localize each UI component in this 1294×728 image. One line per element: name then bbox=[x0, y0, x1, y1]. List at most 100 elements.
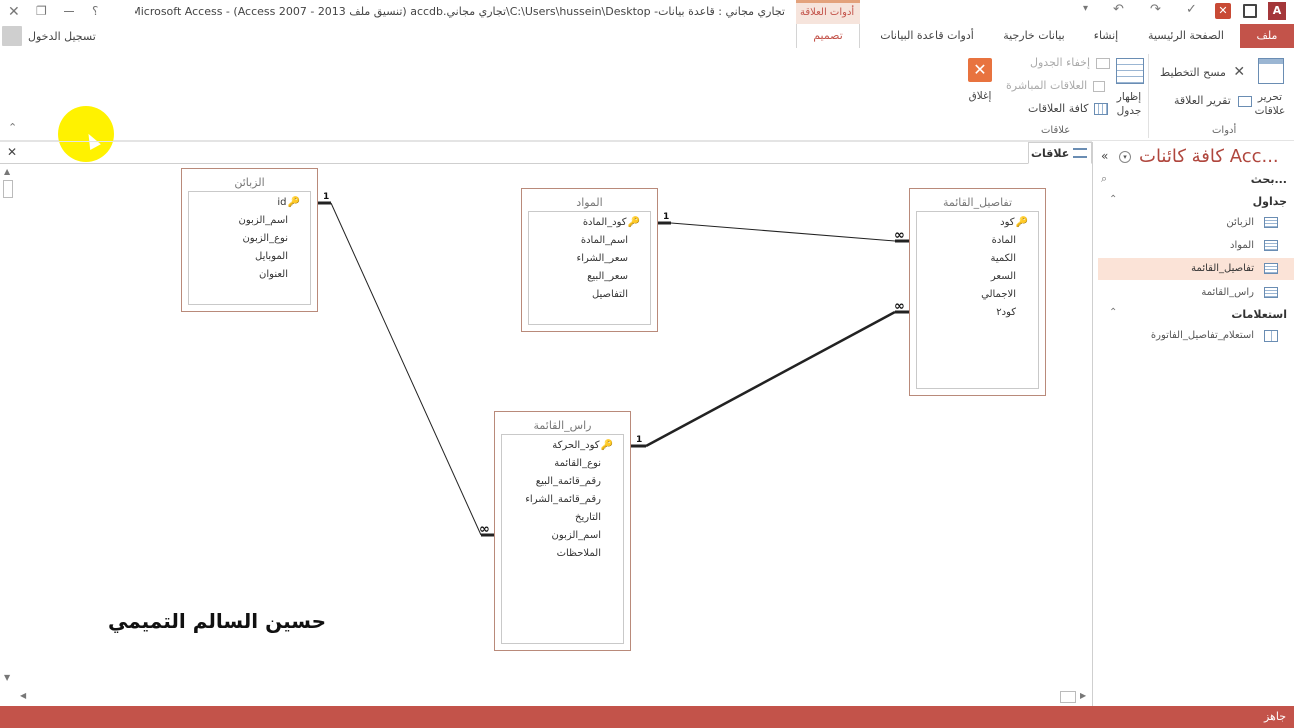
field-row[interactable]: الموبايل bbox=[255, 248, 288, 266]
cancel-red-icon[interactable]: ✕ bbox=[1215, 3, 1231, 19]
nav-search-input[interactable]: بحث... bbox=[1251, 173, 1287, 186]
nav-item-customers[interactable]: الزبائن bbox=[1098, 212, 1294, 234]
field-row[interactable]: كود_الحركة🔑 bbox=[552, 437, 613, 455]
field-row[interactable]: اسم_الزبون bbox=[552, 527, 601, 545]
hide-table-button[interactable]: إخفاء الجدول bbox=[1030, 56, 1110, 69]
field-row[interactable]: التاريخ bbox=[575, 509, 601, 527]
vertical-scrollbar[interactable]: ▲ ▼ bbox=[0, 164, 16, 688]
tab-create[interactable]: إنشاء bbox=[1084, 24, 1128, 48]
customize-qat-icon[interactable]: ▾ bbox=[1083, 4, 1088, 14]
nav-group-queries[interactable]: ⌃ استعلامات bbox=[1099, 305, 1289, 325]
relationships-group-label: علاقات bbox=[1041, 125, 1071, 136]
restore-icon[interactable]: ❐ bbox=[36, 5, 47, 17]
scroll-down-icon[interactable]: ▼ bbox=[4, 674, 10, 682]
tab-create-label: إنشاء bbox=[1093, 29, 1119, 42]
scroll-thumb[interactable] bbox=[3, 180, 13, 198]
nav-item-invoice-details[interactable]: تفاصيل_القائمة bbox=[1098, 258, 1294, 280]
relationship-report-button[interactable]: تقرير العلاقة bbox=[1174, 94, 1253, 107]
field-row[interactable]: السعر bbox=[991, 268, 1016, 286]
show-table-icon bbox=[1116, 58, 1144, 84]
scroll-up-icon[interactable]: ▲ bbox=[4, 168, 10, 176]
scroll-thumb[interactable] bbox=[1060, 691, 1076, 703]
direct-relationships-button[interactable]: العلاقات المباشرة bbox=[1006, 79, 1105, 92]
scroll-left-icon[interactable]: ◀ bbox=[20, 692, 26, 700]
collapse-ribbon-icon[interactable]: ⌃ bbox=[8, 122, 17, 133]
nav-item-label: تفاصيل_القائمة bbox=[1191, 263, 1254, 274]
field-row[interactable]: الكمية bbox=[990, 250, 1016, 268]
table-invoice-details-field-list[interactable]: كود🔑 المادة الكمية السعر الاجمالي كود٢ bbox=[916, 211, 1039, 389]
tab-file[interactable]: ملف bbox=[1240, 24, 1294, 48]
close-icon[interactable]: ✕ bbox=[8, 5, 20, 19]
field-row[interactable]: سعر_الشراء bbox=[577, 250, 628, 268]
relationships-tab[interactable]: علاقات bbox=[1028, 142, 1092, 164]
table-icon bbox=[1264, 263, 1278, 274]
table-invoice-head-field-list[interactable]: كود_الحركة🔑 نوع_القائمة رقم_قائمة_البيع … bbox=[501, 434, 624, 644]
help-icon[interactable]: ؟ bbox=[92, 5, 98, 17]
nav-item-materials[interactable]: المواد bbox=[1098, 235, 1294, 257]
edit-relationships-label: تحرير علاقات bbox=[1254, 91, 1286, 117]
primary-key-icon: 🔑 bbox=[1015, 217, 1028, 228]
close-relationships-button[interactable]: ✕ إغلاق bbox=[962, 56, 998, 120]
field-row[interactable]: اسم_الزبون bbox=[239, 212, 288, 230]
table-customers[interactable]: الزبائن id🔑 اسم_الزبون نوع_الزبون الموبا… bbox=[181, 168, 318, 312]
tab-home[interactable]: الصفحة الرئيسية bbox=[1140, 24, 1232, 48]
field-row[interactable]: نوع_القائمة bbox=[554, 455, 601, 473]
nav-menu-icon[interactable]: ▾ bbox=[1119, 151, 1131, 163]
primary-key-icon: 🔑 bbox=[600, 440, 613, 451]
nav-search-box[interactable]: ⌕ بحث... bbox=[1099, 170, 1289, 190]
relationships-canvas[interactable]: 1 1 1 ∞ ∞ ∞ الزبائن id🔑 اسم_الزبون نوع_ا… bbox=[0, 164, 1092, 688]
field-row[interactable]: نوع_الزبون bbox=[242, 230, 288, 248]
field-row[interactable]: رقم_قائمة_البيع bbox=[536, 473, 601, 491]
clear-layout-button[interactable]: مسح التخطيط ✕ bbox=[1160, 64, 1245, 80]
cardinality-many-head: ∞ bbox=[479, 522, 490, 537]
field-row[interactable]: رقم_قائمة_الشراء bbox=[525, 491, 601, 509]
field-row[interactable]: سعر_البيع bbox=[587, 268, 628, 286]
nav-item-invoice-head[interactable]: راس_القائمة bbox=[1098, 282, 1294, 304]
field-row[interactable]: الملاحظات bbox=[557, 545, 601, 563]
spelling-check-icon[interactable]: ✓ bbox=[1186, 3, 1197, 16]
cardinality-many-details-1: ∞ bbox=[894, 228, 905, 243]
sign-in-link[interactable]: تسجيل الدخول bbox=[28, 30, 96, 43]
direct-relationships-icon bbox=[1092, 80, 1105, 92]
relationship-line-materials-details[interactable] bbox=[670, 222, 896, 242]
horizontal-scrollbar[interactable]: ◀ ▶ bbox=[16, 688, 1092, 706]
relationship-line-customers-head[interactable] bbox=[330, 202, 482, 536]
nav-group-tables[interactable]: ⌃ جداول bbox=[1099, 192, 1289, 212]
table-customers-field-list[interactable]: id🔑 اسم_الزبون نوع_الزبون الموبايل العنو… bbox=[188, 191, 311, 305]
all-relationships-button[interactable]: كافة العلاقات bbox=[1028, 102, 1108, 115]
field-row[interactable]: id🔑 bbox=[277, 194, 300, 212]
field-row[interactable]: المادة bbox=[992, 232, 1016, 250]
user-avatar-icon[interactable] bbox=[2, 26, 22, 46]
table-invoice-head[interactable]: راس_القائمة كود_الحركة🔑 نوع_القائمة رقم_… bbox=[494, 411, 631, 651]
table-materials[interactable]: المواد كود_المادة🔑 اسم_المادة سعر_الشراء… bbox=[521, 188, 658, 332]
relationship-line-head-details[interactable] bbox=[645, 310, 896, 448]
undo-icon[interactable]: ↶ bbox=[1113, 3, 1124, 16]
table-materials-field-list[interactable]: كود_المادة🔑 اسم_المادة سعر_الشراء سعر_ال… bbox=[528, 211, 651, 325]
show-table-button[interactable]: إظهار جدول bbox=[1112, 56, 1146, 120]
save-icon[interactable] bbox=[1243, 4, 1257, 18]
field-row[interactable]: اسم_المادة bbox=[581, 232, 628, 250]
hide-table-icon bbox=[1095, 57, 1110, 69]
tab-database-tools[interactable]: أدوات قاعدة البيانات bbox=[872, 24, 982, 48]
table-invoice-details[interactable]: تفاصيل_القائمة كود🔑 المادة الكمية السعر … bbox=[909, 188, 1046, 396]
field-row[interactable]: التفاصيل bbox=[592, 286, 628, 304]
close-relationships-icon: ✕ bbox=[968, 58, 992, 82]
edit-relationships-button[interactable]: تحرير علاقات bbox=[1250, 56, 1290, 120]
close-document-icon[interactable]: ✕ bbox=[7, 146, 17, 158]
primary-key-icon: 🔑 bbox=[287, 197, 300, 208]
field-row[interactable]: العنوان bbox=[259, 266, 288, 284]
minimize-icon[interactable] bbox=[64, 11, 74, 12]
field-row[interactable]: كود_المادة🔑 bbox=[583, 214, 640, 232]
field-row[interactable]: الاجمالي bbox=[981, 286, 1016, 304]
table-invoice-details-title: تفاصيل_القائمة bbox=[942, 196, 1013, 209]
nav-item-invoice-details-query[interactable]: استعلام_تفاصيل_الفاتورة bbox=[1098, 325, 1294, 347]
tab-design[interactable]: تصميم bbox=[796, 24, 860, 48]
field-row[interactable]: كود٢ bbox=[996, 304, 1016, 322]
collapse-group-icon: ⌃ bbox=[1109, 194, 1118, 205]
field-row[interactable]: كود🔑 bbox=[1000, 214, 1028, 232]
nav-title[interactable]: كافة كائنات Acc... bbox=[1139, 146, 1279, 167]
scroll-right-icon[interactable]: ▶ bbox=[1080, 692, 1086, 700]
collapse-nav-icon[interactable]: « bbox=[1101, 150, 1108, 162]
tab-external-data[interactable]: بيانات خارجية bbox=[994, 24, 1074, 48]
redo-icon[interactable]: ↷ bbox=[1150, 3, 1161, 16]
